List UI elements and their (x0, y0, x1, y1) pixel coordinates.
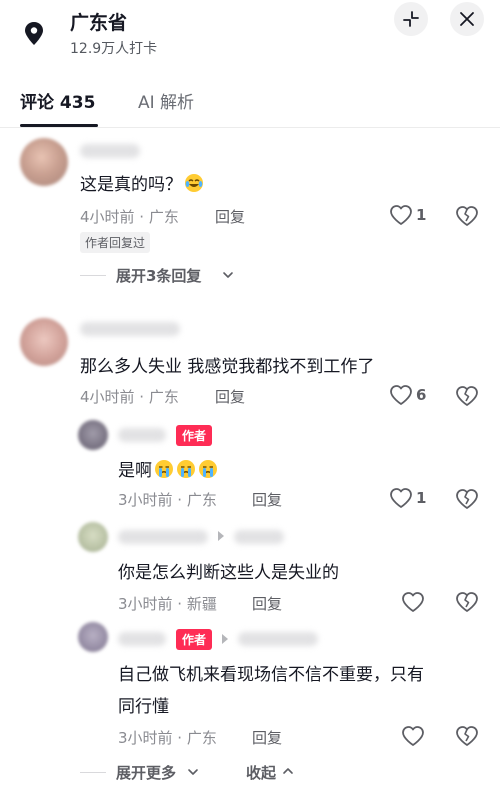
tab-ai-analysis[interactable]: AI 解析 (138, 88, 194, 113)
close-button[interactable] (450, 2, 484, 36)
broken-heart-icon[interactable] (455, 725, 479, 747)
broken-heart-icon[interactable] (455, 591, 479, 613)
avatar[interactable] (78, 522, 108, 552)
divider (80, 772, 106, 773)
username-blurred[interactable] (80, 322, 180, 336)
avatar[interactable] (20, 138, 68, 186)
comment-text: 这是真的吗？ (80, 170, 204, 195)
comment-text: 那么多人失业 我感觉我都找不到工作了 (80, 357, 375, 377)
collapse-button[interactable] (394, 2, 428, 36)
crying-emoji-icon (199, 460, 217, 478)
tab-comments[interactable]: 评论 435 (20, 88, 95, 113)
collapse-replies-button[interactable]: 收起 (246, 762, 276, 783)
like-button[interactable]: 6 (389, 384, 426, 406)
broken-heart-icon[interactable] (455, 385, 479, 407)
checkin-count: 12.9万人打卡 (70, 41, 158, 57)
avatar[interactable] (20, 318, 68, 366)
username-blurred[interactable] (118, 632, 166, 646)
author-replied-badge: 作者回复过 (80, 232, 151, 253)
like-button[interactable]: 1 (389, 204, 426, 226)
collapse-icon (403, 11, 419, 27)
author-badge: 作者 (176, 425, 213, 446)
comment-meta: 3小时前 · 新疆 (118, 595, 217, 613)
like-button[interactable]: 1 (389, 487, 426, 509)
comment-text: 是啊 (118, 456, 218, 481)
chevron-up-icon (283, 768, 293, 774)
comment-meta: 3小时前 · 广东 (118, 729, 217, 747)
like-count: 1 (416, 206, 427, 224)
broken-heart-icon[interactable] (455, 205, 479, 227)
heart-icon (390, 205, 412, 225)
location-pin-icon (25, 22, 43, 45)
reply-button[interactable]: 回复 (252, 727, 282, 748)
reply-arrow-icon (222, 634, 228, 644)
like-button[interactable] (401, 725, 425, 747)
avatar[interactable] (78, 420, 108, 450)
tab-bar: 评论 435 AI 解析 (0, 84, 500, 128)
comment-meta: 4小时前 · 广东 (80, 208, 179, 226)
heart-icon (390, 385, 412, 405)
expand-more-button[interactable]: 展开更多 (116, 762, 176, 783)
comment-meta: 3小时前 · 广东 (118, 491, 217, 509)
broken-heart-icon[interactable] (455, 488, 479, 510)
comment-text: 你是怎么判断这些人是失业的 (118, 563, 339, 583)
author-badge: 作者 (176, 629, 213, 650)
expand-replies-button[interactable]: 展开3条回复 (116, 265, 201, 286)
username-blurred[interactable] (118, 530, 208, 544)
chevron-down-icon (188, 769, 198, 775)
comment-text: 自己做飞机来看现场信不信不重要，只有 (118, 665, 424, 685)
divider (80, 275, 106, 276)
active-tab-indicator (20, 124, 98, 127)
crying-emoji-icon (177, 460, 195, 478)
reply-button[interactable]: 回复 (252, 489, 282, 510)
location-title[interactable]: 广东省 (70, 8, 127, 35)
like-button[interactable] (401, 591, 425, 613)
username-blurred[interactable] (118, 428, 166, 442)
crying-emoji-icon (155, 460, 173, 478)
close-icon (460, 12, 474, 26)
reply-button[interactable]: 回复 (252, 593, 282, 614)
crying-laughing-emoji-icon (185, 174, 203, 192)
comment-meta: 4小时前 · 广东 (80, 388, 179, 406)
username-blurred[interactable] (238, 632, 318, 646)
reply-button[interactable]: 回复 (215, 206, 245, 227)
avatar[interactable] (78, 622, 108, 652)
username-blurred[interactable] (234, 530, 284, 544)
heart-icon (402, 592, 424, 612)
chevron-down-icon (223, 272, 233, 278)
reply-button[interactable]: 回复 (215, 386, 245, 407)
comment-text: 同行懂 (118, 697, 169, 717)
heart-icon (402, 726, 424, 746)
like-count: 1 (416, 489, 427, 507)
heart-icon (390, 488, 412, 508)
reply-arrow-icon (218, 531, 224, 541)
like-count: 6 (416, 386, 427, 404)
username-blurred[interactable] (80, 144, 140, 158)
location-header: 广东省 12.9万人打卡 (0, 0, 500, 70)
